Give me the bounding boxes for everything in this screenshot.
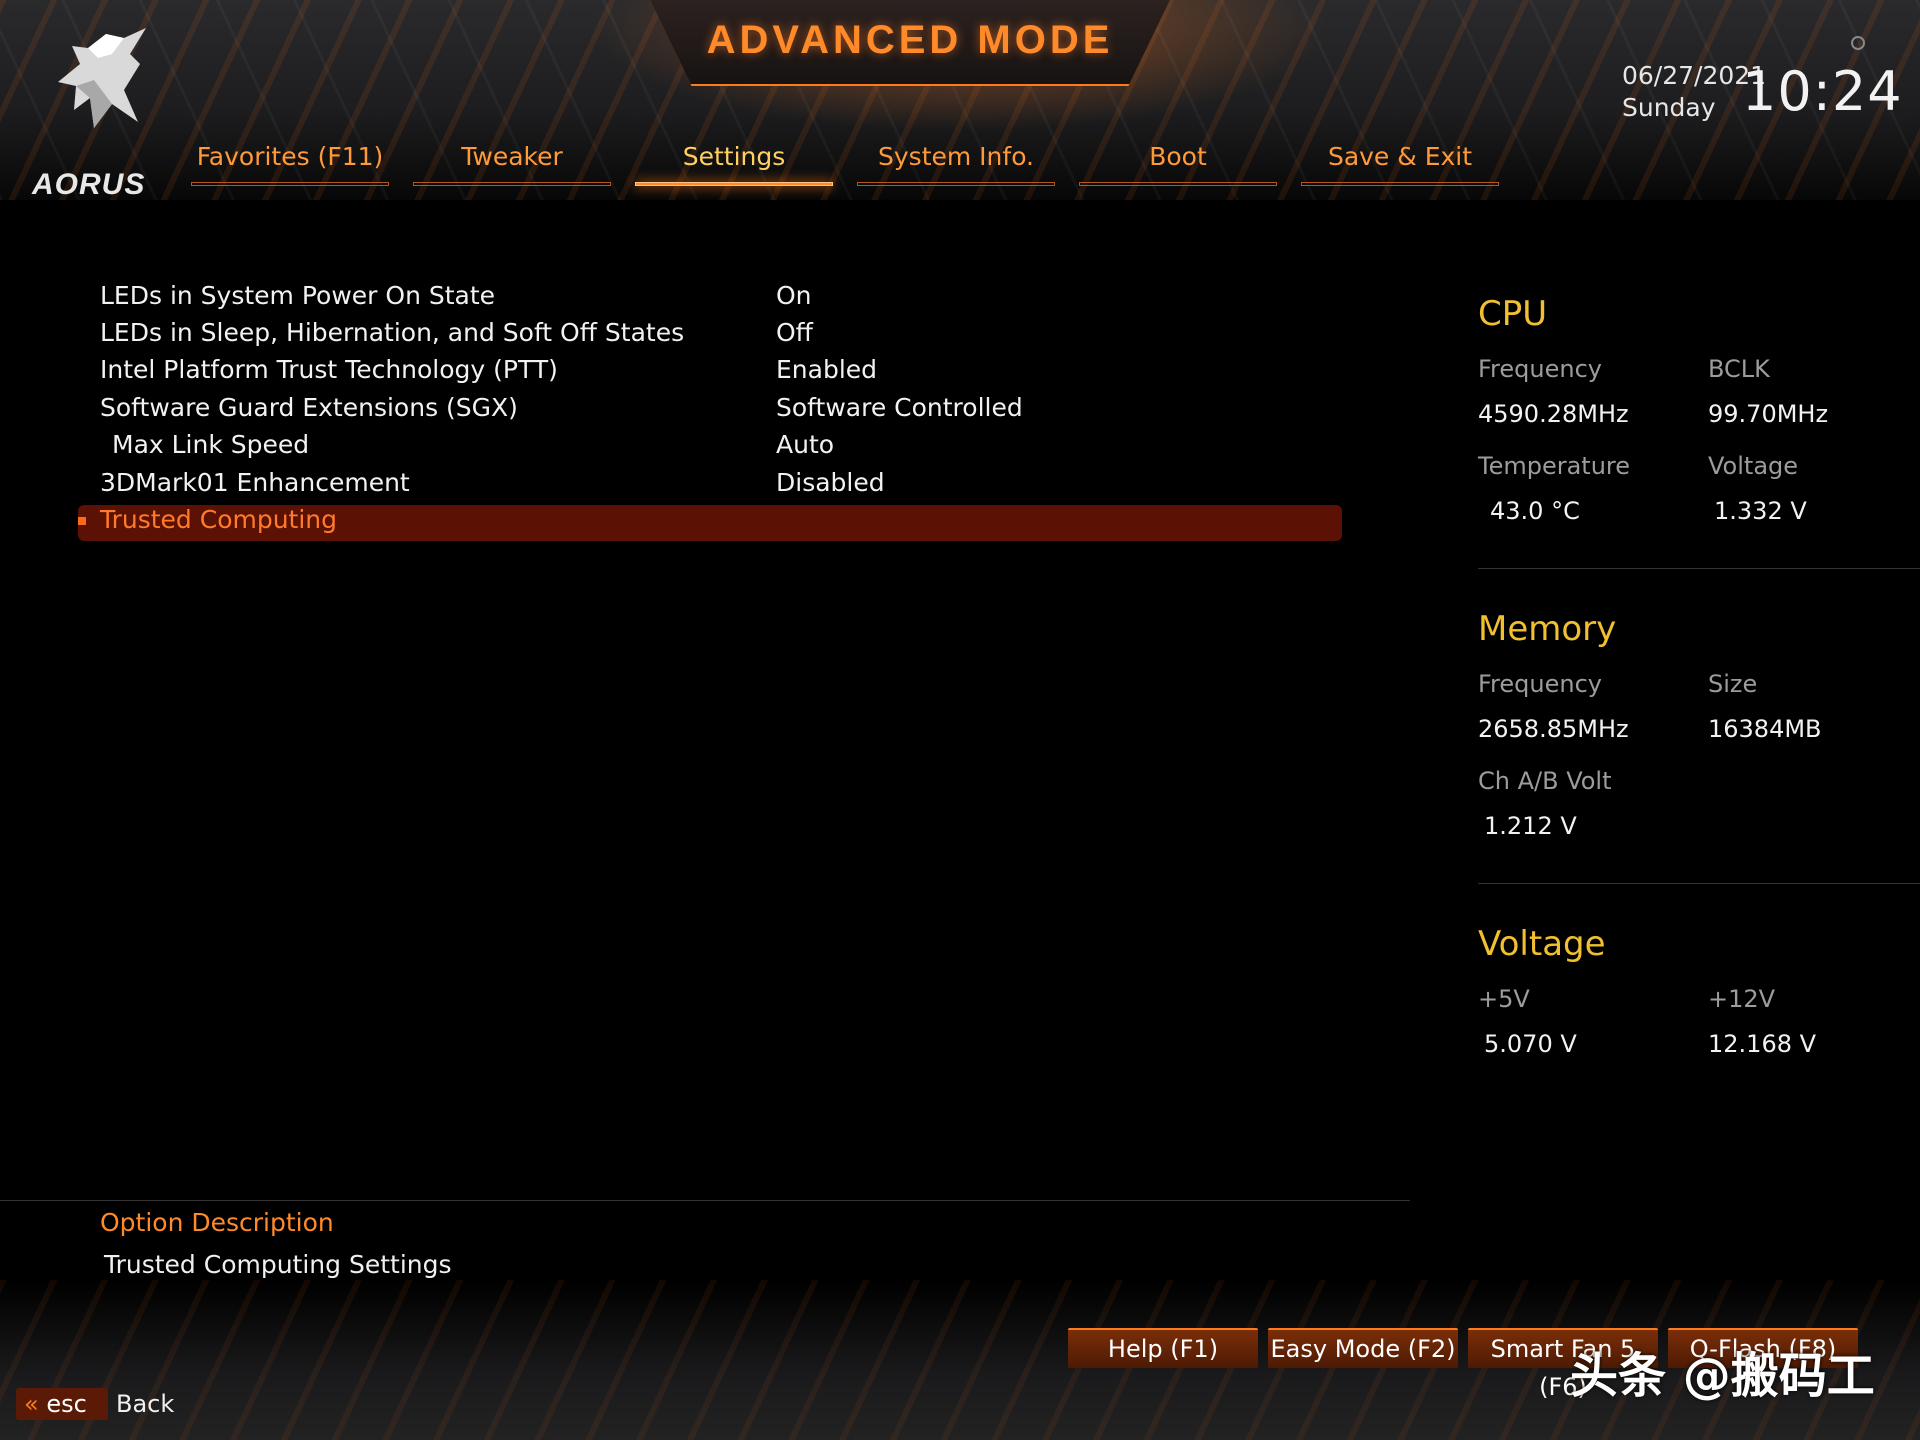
cpu-bclk-value: 99.70MHz	[1708, 400, 1829, 428]
watermark-text: 头条 @搬码工	[1570, 1348, 1875, 1404]
setting-name: Software Guard Extensions (SGX)	[100, 393, 518, 422]
memory-volt-label: Ch A/B Volt	[1478, 767, 1612, 795]
tab-underline	[1301, 182, 1499, 186]
setting-row-leds-power-on[interactable]: LEDs in System Power On State On	[100, 281, 1340, 317]
settings-dot-icon[interactable]	[1851, 36, 1865, 50]
voltage-5v-label: +5V	[1478, 985, 1530, 1013]
page-title: ADVANCED MODE	[706, 18, 1114, 62]
tab-label: Save & Exit	[1327, 142, 1473, 171]
memory-frequency-value: 2658.85MHz	[1478, 715, 1629, 743]
tab-label: Boot	[1149, 142, 1207, 171]
tab-tweaker[interactable]: Tweaker	[413, 142, 611, 186]
submenu-trusted-computing[interactable]: Trusted Computing	[100, 505, 337, 534]
tab-underline	[413, 182, 611, 186]
tab-underline	[857, 182, 1055, 186]
setting-row-sgx[interactable]: Software Guard Extensions (SGX) Software…	[100, 393, 1340, 429]
brand-logo-text: AORUS	[32, 168, 146, 201]
setting-row-leds-sleep[interactable]: LEDs in Sleep, Hibernation, and Soft Off…	[100, 318, 1340, 354]
cpu-frequency-value: 4590.28MHz	[1478, 400, 1629, 428]
setting-name: LEDs in System Power On State	[100, 281, 496, 310]
voltage-12v-value: 12.168 V	[1708, 1030, 1817, 1058]
tab-underline-active	[635, 182, 833, 186]
setting-name: Intel Platform Trust Technology (PTT)	[100, 355, 558, 384]
easy-mode-button[interactable]: Easy Mode (F2)	[1268, 1328, 1458, 1368]
setting-value[interactable]: Off	[776, 318, 813, 347]
setting-value[interactable]: Disabled	[776, 468, 885, 497]
cpu-bclk-label: BCLK	[1708, 355, 1770, 383]
setting-name: Max Link Speed	[112, 430, 310, 459]
tab-label: Tweaker	[461, 142, 563, 171]
cpu-temperature-label: Temperature	[1478, 452, 1631, 480]
setting-value[interactable]: Software Controlled	[776, 393, 1023, 422]
cpu-panel-title: CPU	[1478, 294, 1548, 334]
setting-row-3dmark01[interactable]: 3DMark01 Enhancement Disabled	[100, 468, 1340, 504]
double-chevron-left-icon: «	[24, 1390, 39, 1418]
help-button[interactable]: Help (F1)	[1068, 1328, 1258, 1368]
tab-label: Favorites (F11)	[196, 142, 384, 171]
setting-row-ptt[interactable]: Intel Platform Trust Technology (PTT) En…	[100, 355, 1340, 391]
voltage-panel-title: Voltage	[1478, 924, 1606, 964]
tab-underline	[1079, 182, 1277, 186]
setting-value[interactable]: On	[776, 281, 812, 310]
tab-label: Settings	[682, 142, 786, 171]
memory-size-label: Size	[1708, 670, 1758, 698]
setting-name: 3DMark01 Enhancement	[100, 468, 410, 497]
voltage-12v-label: +12V	[1708, 985, 1776, 1013]
tab-underline	[191, 182, 389, 186]
setting-value[interactable]: Auto	[776, 430, 834, 459]
tab-boot[interactable]: Boot	[1079, 142, 1277, 186]
selection-marker-icon	[78, 517, 86, 525]
option-description-title: Option Description	[100, 1208, 334, 1237]
cpu-voltage-label: Voltage	[1708, 452, 1799, 480]
setting-name: LEDs in Sleep, Hibernation, and Soft Off…	[100, 318, 685, 347]
tab-save-exit[interactable]: Save & Exit	[1301, 142, 1499, 186]
setting-row-max-link-speed[interactable]: Max Link Speed Auto	[100, 430, 1340, 466]
tab-system-info[interactable]: System Info.	[857, 142, 1055, 186]
cpu-frequency-label: Frequency	[1478, 355, 1602, 383]
tab-favorites[interactable]: Favorites (F11)	[191, 142, 389, 186]
cpu-voltage-value: 1.332 V	[1714, 497, 1807, 525]
esc-label: esc	[46, 1390, 87, 1418]
esc-button[interactable]: « esc	[16, 1388, 108, 1420]
panel-divider	[1478, 568, 1920, 569]
memory-panel-title: Memory	[1478, 609, 1617, 649]
memory-size-value: 16384MB	[1708, 715, 1822, 743]
memory-frequency-label: Frequency	[1478, 670, 1602, 698]
tab-settings[interactable]: Settings	[635, 142, 833, 186]
voltage-5v-value: 5.070 V	[1484, 1030, 1577, 1058]
panel-divider	[1478, 883, 1920, 884]
setting-value[interactable]: Enabled	[776, 355, 877, 384]
cpu-temperature-value: 43.0 °C	[1490, 497, 1580, 525]
option-description-text: Trusted Computing Settings	[104, 1250, 452, 1279]
description-divider	[0, 1200, 1410, 1201]
clock-time: 10:24	[1742, 60, 1903, 123]
back-label: Back	[116, 1390, 175, 1418]
tab-label: System Info.	[878, 142, 1034, 171]
memory-volt-value: 1.212 V	[1484, 812, 1577, 840]
